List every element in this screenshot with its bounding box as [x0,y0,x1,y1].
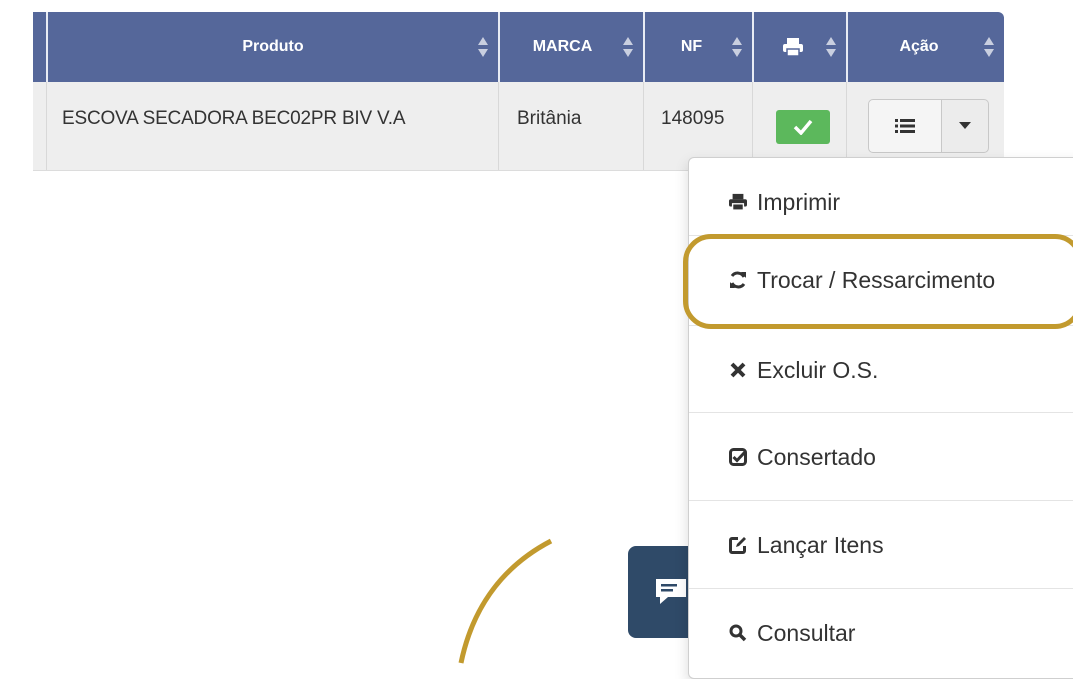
column-header-label: MARCA [532,38,593,55]
column-header-label: NF [680,38,703,55]
caret-down-icon [959,122,971,129]
menu-item-lancar-itens[interactable]: Lançar Itens [689,501,1073,589]
times-icon [727,359,749,381]
cell-produto: ESCOVA SECADORA BEC02PR BIV V.A [46,82,498,170]
column-header-label: Ação [899,38,939,55]
print-icon [783,38,803,57]
action-list-button[interactable] [868,99,942,153]
menu-item-label: Consertado [757,443,876,470]
menu-item-excluir-os[interactable]: Excluir O.S. [689,326,1073,414]
sort-icon [826,37,836,57]
menu-item-trocar-ressarcimento[interactable]: Trocar / Ressarcimento [689,236,1073,324]
menu-item-label: Lançar Itens [757,531,884,558]
refresh-icon [727,269,749,291]
edit-icon [727,534,749,556]
action-button-group [868,99,989,153]
menu-item-imprimir[interactable]: Imprimir [689,158,1073,246]
menu-item-label: Excluir O.S. [757,356,879,383]
menu-item-label: Trocar / Ressarcimento [757,266,996,293]
column-header-acao[interactable]: Ação [846,12,1004,82]
printed-check-badge[interactable] [776,110,830,144]
table-cell-spacer [33,82,46,170]
os-table: Produto MARCA NF Ação ESCOVA SECADORA BE… [33,12,1004,171]
sort-icon [478,37,488,57]
menu-item-consertado[interactable]: Consertado [689,413,1073,501]
search-icon [727,622,749,644]
menu-item-label: Imprimir [757,188,841,215]
chat-icon [656,579,686,604]
list-icon [895,119,915,133]
sort-icon [623,37,633,57]
table-header: Produto MARCA NF Ação [33,12,1004,82]
sort-icon [984,37,994,57]
action-dropdown-menu: Imprimir Trocar / Ressarcimento Excluir … [688,157,1073,679]
print-icon [727,191,749,213]
column-header-marca[interactable]: MARCA [498,12,643,82]
column-header-print[interactable] [752,12,846,82]
check-square-icon [727,446,749,468]
annotation-arc [458,538,553,664]
action-dropdown-toggle[interactable] [942,99,989,153]
column-header-spacer [33,12,46,82]
column-header-label: Produto [242,38,304,55]
menu-item-label: Consultar [757,619,856,646]
column-header-nf[interactable]: NF [643,12,752,82]
check-icon [793,119,813,135]
cell-marca: Britânia [498,82,643,170]
sort-icon [732,37,742,57]
menu-item-consultar[interactable]: Consultar [689,589,1073,677]
column-header-produto[interactable]: Produto [46,12,498,82]
